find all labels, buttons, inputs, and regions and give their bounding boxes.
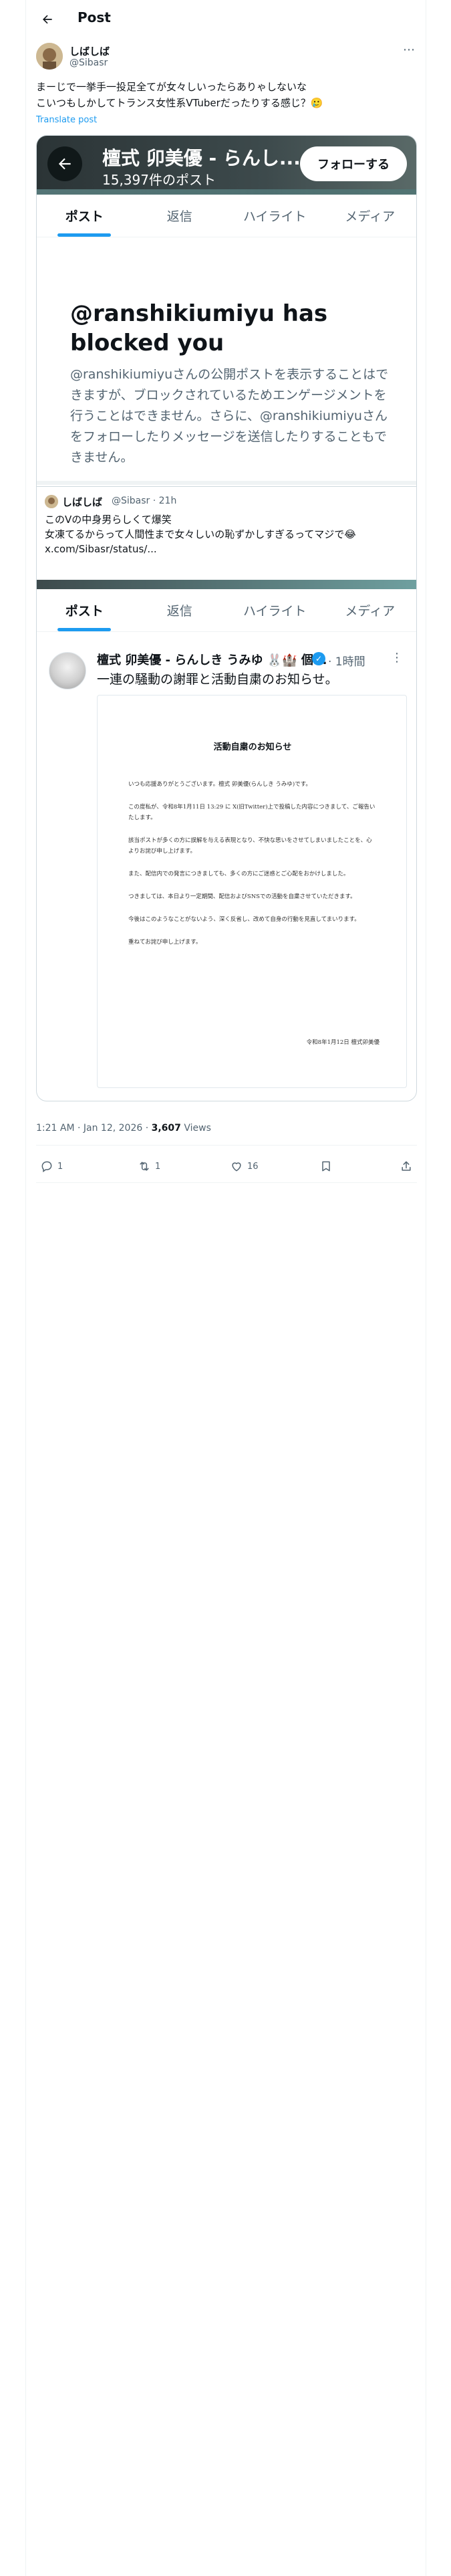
tab-media: メディア [345,604,396,619]
share-icon [402,1161,411,1171]
arrow-left-icon [43,15,52,24]
vtuber-name: 檀式 卯美優 - らんしき うみゆ 🐰🏰 個... [97,653,327,667]
profile-name: 檀式 卯美優 - らんし... [102,147,301,169]
profile-banner: 檀式 卯美優 - らんし... 15,397件のポスト フォローする [37,136,416,195]
action-bar: 1 1 16 [36,1150,417,1182]
tab-replies: 返信 [166,209,192,224]
tweet-text: まーじで一挙手一投足全てが女々しいったらありゃしないな こいつもしかしてトランス… [36,81,323,109]
document-paragraph: また、配信内での発言につきましても、多くの方にご迷惑とご心配をおかけしました。 [128,871,349,877]
share-button[interactable] [400,1150,417,1182]
tab-posts: ポスト [37,589,132,631]
section-divider [37,481,416,485]
quoted-post: しばしば @Sibasr · 21h このVの中身男らしくて爆笑 女凍てるからっ… [37,486,416,580]
vtuber-avatar [49,652,86,689]
document-paragraph: この度私が、令和8年1月11日 13:29 に X(旧Twitter)上で投稿し… [128,804,375,821]
reply-button[interactable]: 1 [40,1150,63,1182]
repost-count: 1 [155,1161,161,1172]
post-timestamp[interactable]: 1:21 AM · Jan 12, 2026 · [36,1123,152,1134]
reply-count: 1 [57,1161,63,1172]
author-avatar[interactable] [36,43,63,70]
attached-image[interactable]: 檀式 卯美優 - らんし... 15,397件のポスト フォローする ポスト 返… [36,135,417,1101]
repost-button[interactable]: 1 [138,1150,160,1182]
back-button[interactable] [37,9,57,29]
quoted-avatar [45,495,58,508]
document-paragraph: 該当ポストが多くの方に誤解を与える表現となり、不快な思いをさせてしまいましたこと… [128,837,372,855]
repost-icon [140,1162,149,1171]
divider [36,1145,417,1146]
announcement-document: 活動自粛のお知らせ いつも応援ありがとうございます。檀式 卯美優(らんしき うみ… [97,695,407,1088]
profile-tabs-2: ポスト 返信 ハイライト メディア [37,589,416,632]
quoted-meta: @Sibasr · 21h [112,496,177,506]
arrow-left-icon [58,158,71,170]
blocked-title: @ranshikiumiyu has blocked you [70,300,328,356]
divider [36,1182,417,1183]
views-label: Views [180,1123,211,1134]
left-border [25,0,26,2576]
tweet-author: しばしば @Sibasr ⋯ [36,43,417,72]
vtuber-post-text: 一連の騒動の謝罪と活動自粛のお知らせ。 [97,672,338,687]
bookmark-button[interactable] [319,1150,337,1182]
like-count: 16 [247,1161,259,1172]
quoted-author-name: しばしば [62,496,103,508]
ellipsis-icon: ⋯ [403,43,415,57]
tab-replies: 返信 [166,604,192,619]
author-handle[interactable]: @Sibasr [69,58,108,68]
quoted-text: このVの中身男らしくて爆笑 女凍てるからって人間性まで女々しいの恥ずかしすぎるっ… [45,514,356,555]
blocked-message: @ranshikiumiyuさんの公開ポストを表示することはできますが、ブロック… [70,367,389,465]
profile-tabs: ポスト 返信 ハイライト メディア [37,195,416,237]
tab-highlights: ハイライト [243,604,307,619]
ellipsis-icon: ⋮ [391,651,403,665]
document-paragraph: いつも応援ありがとうございます。檀式 卯美優(らんしき うみゆ)です。 [128,781,311,788]
top-bar: Post [25,0,426,39]
profile-post-view: ポスト 返信 ハイライト メディア 檀式 卯美優 - らんしき うみゆ 🐰🏰 個… [37,589,416,1101]
author-name[interactable]: しばしば [69,44,110,58]
more-options-button[interactable]: ⋯ [401,43,417,62]
post-count: 15,397件のポスト [102,172,216,188]
tab-posts: ポスト [37,195,132,237]
document-title: 活動自粛のお知らせ [213,742,292,752]
page-title: Post [78,9,111,25]
post-metadata: 1:21 AM · Jan 12, 2026 · 3,607 Views [36,1123,211,1134]
tab-highlights: ハイライト [243,209,307,224]
back-button [47,146,82,181]
tab-media: メディア [345,209,396,224]
document-signature: 令和8年1月12日 檀式卯美優 [306,1039,380,1046]
views-count: 3,607 [151,1123,181,1134]
like-button[interactable]: 16 [230,1150,259,1182]
post-time: · 1時間 [328,655,365,669]
document-paragraph: 今後はこのようなことがないよう、深く反省し、改めて自身の行動を見直してまいります… [128,916,360,923]
follow-button: フォローする [300,146,407,181]
heart-icon [232,1162,241,1172]
reply-icon [41,1161,52,1172]
banner-strip [37,580,416,589]
verified-badge-icon: ✓ [312,652,325,665]
bookmark-icon [322,1161,330,1172]
translate-post-link[interactable]: Translate post [36,115,97,125]
document-paragraph: 重ねてお詫び申し上げます。 [128,939,202,946]
document-paragraph: つきましては、本日より一定期間、配信およびSNSでの活動を自粛させていただきます… [128,893,356,900]
